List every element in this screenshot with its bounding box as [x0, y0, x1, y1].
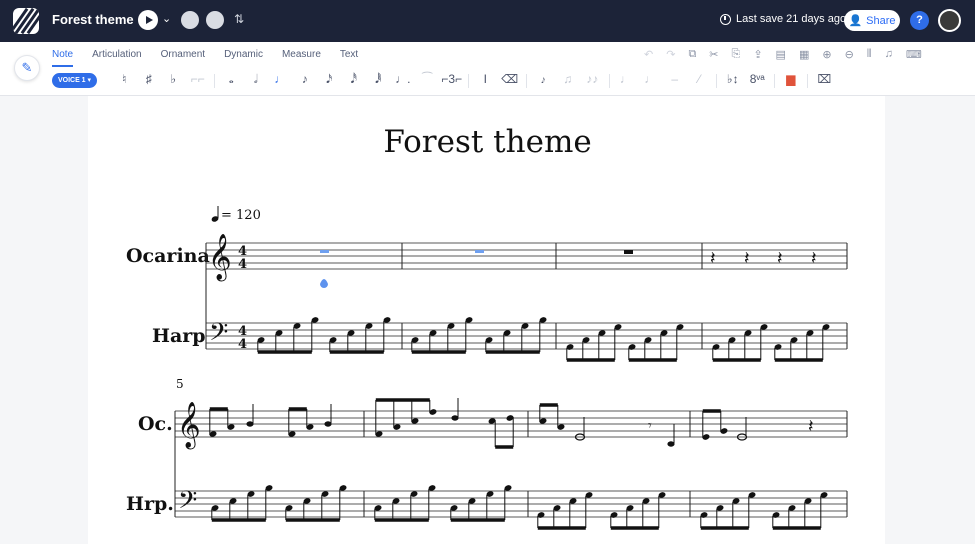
score-notation[interactable]: 𝄞 𝄢 44 44 𝄽 𝄽 𝄽 𝄽 𝄞 𝄢 𝄾 𝄽 — [0, 0, 975, 544]
quarter-rest: 𝄽 — [808, 416, 814, 437]
system-2-ocarina-notes: 𝄾 𝄽 — [209, 398, 814, 449]
svg-text:𝄽: 𝄽 — [744, 248, 750, 269]
cursor-drop-icon — [320, 279, 328, 288]
whole-rest-selected — [475, 250, 484, 253]
treble-clef-icon: 𝄞 — [208, 234, 232, 282]
treble-clef-icon: 𝄞 — [177, 402, 201, 450]
svg-text:𝄽: 𝄽 — [777, 248, 783, 269]
eighth-rest: 𝄾 — [648, 418, 652, 434]
svg-text:𝄽: 𝄽 — [811, 248, 817, 269]
whole-rest-selected — [320, 250, 329, 253]
svg-text:4: 4 — [238, 257, 247, 272]
system-2-staff-harp — [175, 490, 847, 518]
tempo-quarter-note-icon — [211, 206, 219, 222]
system-1-staff-ocarina — [206, 242, 847, 270]
svg-text:4: 4 — [238, 337, 247, 352]
whole-rest — [624, 250, 633, 254]
quarter-rests: 𝄽 𝄽 𝄽 𝄽 — [710, 248, 817, 269]
bass-clef-icon: 𝄢 — [209, 318, 228, 353]
bass-clef-icon: 𝄢 — [178, 486, 197, 521]
system-1-time-signatures: 44 44 — [238, 244, 247, 352]
svg-text:𝄽: 𝄽 — [710, 248, 716, 269]
